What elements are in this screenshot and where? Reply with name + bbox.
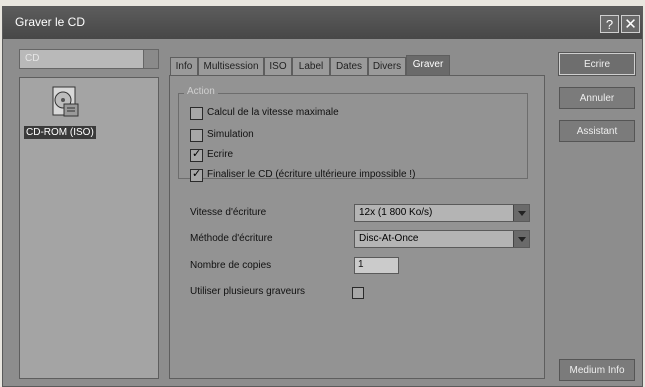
speed-select[interactable]: 12x (1 800 Ko/s) [354,204,530,222]
recorder-select-value: CD [25,53,40,64]
calc-speed-label: Calcul de la vitesse maximale [207,107,339,118]
tab-graver[interactable]: Graver [406,55,450,75]
graver-tab-content: Action Calcul de la vitesse maximale Sim… [169,75,545,379]
cd-rom-icon[interactable] [50,86,80,123]
recorder-select[interactable]: CD [19,49,159,69]
help-button[interactable]: ? [600,15,619,33]
tab-dates[interactable]: Dates [330,57,368,75]
copies-value: 1 [358,259,364,270]
burn-cd-window: Graver le CD ? ✕ CD CD-ROM (ISO) Info Mu… [2,6,643,387]
copies-input[interactable]: 1 [354,257,399,274]
chevron-down-icon[interactable] [513,231,529,247]
speed-label: Vitesse d'écriture [190,207,267,218]
speed-select-value: 12x (1 800 Ko/s) [359,207,433,218]
tab-multisession[interactable]: Multisession [198,57,264,75]
simulation-label: Simulation [207,129,254,140]
ecrire-label: Ecrire [207,149,234,160]
compilation-list: CD-ROM (ISO) [19,77,159,379]
wizard-button[interactable]: Assistant [559,120,635,142]
multi-recorder-checkbox[interactable] [352,287,364,299]
method-select-value: Disc-At-Once [359,233,419,244]
title-bar: Graver le CD ? ✕ [3,7,642,39]
chevron-down-icon[interactable] [143,50,158,68]
compilation-item-label[interactable]: CD-ROM (ISO) [24,126,96,139]
tab-label[interactable]: Label [292,57,330,75]
ecrire-box[interactable] [190,147,203,162]
medium-info-button[interactable]: Medium Info [559,359,635,381]
finaliser-box[interactable] [190,167,203,182]
method-label: Méthode d'écriture [190,233,273,244]
close-button[interactable]: ✕ [621,15,640,33]
multi-recorder-label: Utiliser plusieurs graveurs [190,286,306,297]
window-title: Graver le CD [15,15,86,29]
simulation-box[interactable] [190,129,203,142]
chevron-down-icon[interactable] [513,205,529,221]
write-button[interactable]: Ecrire [558,52,636,76]
tab-divers[interactable]: Divers [368,57,406,75]
copies-label: Nombre de copies [190,260,272,271]
calc-speed-box[interactable] [190,107,203,120]
cancel-button[interactable]: Annuler [559,87,635,109]
method-select[interactable]: Disc-At-Once [354,230,530,248]
action-group-label: Action [184,86,218,97]
tab-iso[interactable]: ISO [264,57,292,75]
finaliser-label: Finaliser le CD (écriture ultérieure imp… [207,169,416,180]
tab-info[interactable]: Info [170,57,198,75]
